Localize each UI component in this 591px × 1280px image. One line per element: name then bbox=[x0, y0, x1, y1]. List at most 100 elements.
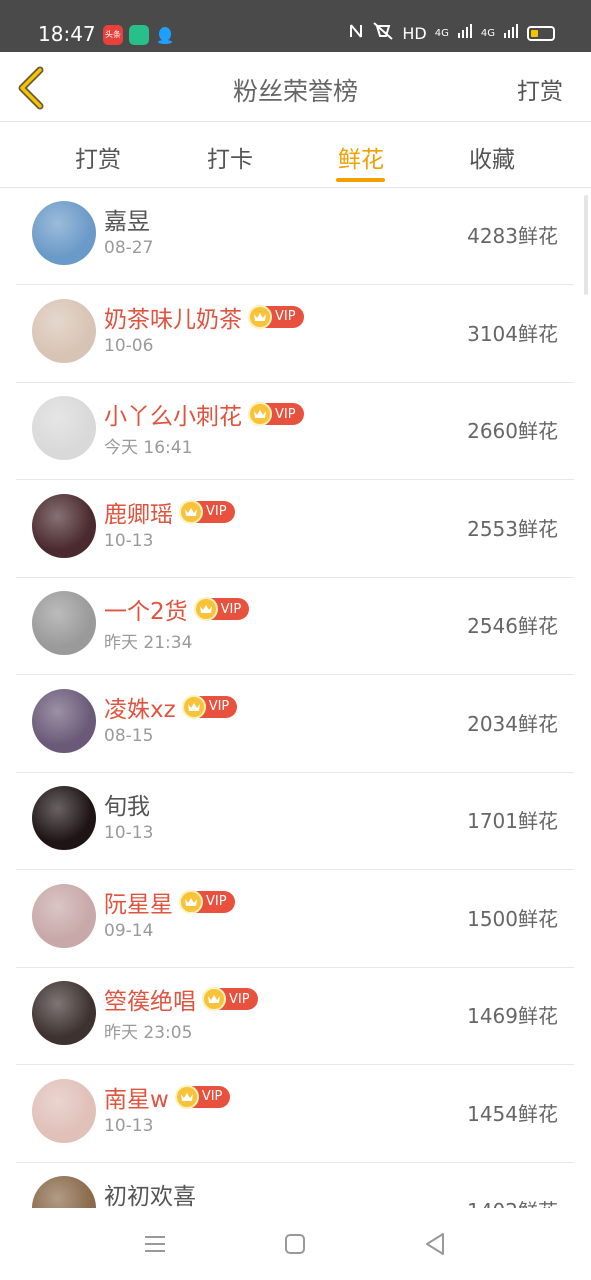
fan-date: 09-14 bbox=[104, 920, 154, 941]
vip-label: VIP bbox=[206, 894, 227, 909]
reward-button[interactable]: 打赏 bbox=[517, 72, 563, 106]
status-indicators: HD 4G 4G bbox=[348, 22, 555, 44]
signal-4g-icon-b: 4G bbox=[480, 27, 495, 39]
fan-date: 10-13 bbox=[104, 1115, 154, 1136]
crown-icon bbox=[248, 402, 272, 426]
hd-indicator: HD bbox=[402, 23, 427, 43]
avatar[interactable] bbox=[32, 591, 96, 655]
fan-row[interactable]: 鹿卿瑶 VIP 10-13 2553鲜花 bbox=[16, 481, 574, 578]
vip-label: VIP bbox=[208, 699, 230, 714]
crown-icon bbox=[174, 1084, 199, 1109]
fan-row[interactable]: 嘉昱 08-27 4283鲜花 bbox=[16, 188, 574, 285]
active-tab-indicator bbox=[336, 178, 385, 182]
system-nav-bar bbox=[0, 1208, 591, 1280]
name-line: 初初欢喜 bbox=[104, 1177, 196, 1208]
signal-4g-icon-a: 4G bbox=[434, 27, 449, 39]
vip-badge: VIP bbox=[193, 597, 250, 621]
vip-badge: VIP bbox=[174, 1084, 231, 1109]
fan-name: 箜篌绝唱 bbox=[104, 989, 196, 1015]
mute-vibrate-icon bbox=[372, 22, 394, 44]
flower-count: 1500鲜花 bbox=[467, 906, 558, 931]
avatar[interactable] bbox=[32, 1176, 96, 1208]
fan-row[interactable]: 旬我 10-13 1701鲜花 bbox=[16, 773, 574, 870]
fan-row[interactable]: 奶茶味儿奶茶 VIP 10-06 3104鲜花 bbox=[16, 286, 574, 383]
fan-date: 昨天 23:05 bbox=[104, 1023, 193, 1043]
name-line: 小丫么小刺花 VIP bbox=[104, 397, 304, 431]
flower-count: 3104鲜花 bbox=[467, 321, 558, 346]
crown-icon bbox=[202, 987, 226, 1011]
vip-label: VIP bbox=[275, 309, 296, 324]
flower-count: 1454鲜花 bbox=[467, 1101, 558, 1126]
fan-row[interactable]: 箜篌绝唱 VIP 昨天 23:05 1469鲜花 bbox=[16, 968, 574, 1065]
vip-label: VIP bbox=[229, 991, 250, 1007]
scrollbar[interactable] bbox=[584, 195, 588, 295]
tab-checkin[interactable]: 打卡 bbox=[190, 140, 270, 174]
fan-ranking-list[interactable]: 嘉昱 08-27 4283鲜花 奶茶味儿奶茶 VIP 10-06 3104鲜花 小丫么小刺花 V… bbox=[0, 188, 591, 1208]
home-square-icon bbox=[285, 1234, 305, 1254]
fan-name: 一个2货 bbox=[104, 599, 188, 625]
vip-label: VIP bbox=[220, 601, 242, 617]
name-line: 凌姝xz VIP bbox=[104, 690, 238, 724]
tab-flowers[interactable]: 鲜花 bbox=[321, 140, 401, 174]
crown-icon bbox=[181, 694, 206, 719]
tab-favorites[interactable]: 收藏 bbox=[452, 140, 532, 174]
chat-app-icon bbox=[129, 25, 149, 45]
fan-row[interactable]: 小丫么小刺花 VIP 今天 16:41 2660鲜花 bbox=[16, 383, 574, 480]
vip-label: VIP bbox=[206, 504, 227, 519]
header: 粉丝荣誉榜 打赏 bbox=[0, 52, 591, 122]
flower-count: 2034鲜花 bbox=[467, 711, 558, 736]
avatar[interactable] bbox=[32, 298, 96, 363]
avatar[interactable] bbox=[32, 786, 96, 850]
fan-row[interactable]: 阮星星 VIP 09-14 1500鲜花 bbox=[16, 871, 574, 968]
home-button[interactable] bbox=[281, 1230, 309, 1258]
fan-name: 旬我 bbox=[104, 794, 150, 820]
toutiao-app-icon: 头条 bbox=[103, 25, 123, 45]
tab-reward[interactable]: 打赏 bbox=[58, 140, 138, 174]
avatar[interactable] bbox=[32, 688, 96, 753]
flower-count: 1402鲜花 bbox=[467, 1195, 558, 1208]
fan-name: 小丫么小刺花 bbox=[104, 404, 242, 430]
name-line: 鹿卿瑶 VIP bbox=[104, 495, 235, 529]
page-title: 粉丝荣誉榜 bbox=[232, 77, 358, 106]
vip-badge: VIP bbox=[202, 987, 258, 1011]
name-line: 阮星星 VIP bbox=[104, 885, 235, 919]
avatar[interactable] bbox=[32, 981, 96, 1045]
name-line: 南星w VIP bbox=[104, 1080, 231, 1114]
status-time: 18:47 bbox=[38, 22, 96, 46]
name-line: 奶茶味儿奶茶 VIP bbox=[104, 300, 304, 334]
menu-icon bbox=[145, 1236, 165, 1252]
fan-date: 08-15 bbox=[104, 725, 154, 746]
status-app-icons: 头条 bbox=[103, 25, 175, 45]
flower-count: 2546鲜花 bbox=[467, 614, 558, 638]
signal-bars-icon-a bbox=[457, 23, 473, 43]
fan-row[interactable]: 一个2货 VIP 昨天 21:34 2546鲜花 bbox=[16, 578, 574, 675]
flower-count: 4283鲜花 bbox=[467, 224, 558, 248]
avatar[interactable] bbox=[32, 493, 96, 558]
back-nav-button[interactable] bbox=[421, 1230, 449, 1258]
avatar[interactable] bbox=[32, 396, 96, 460]
avatar[interactable] bbox=[32, 883, 96, 948]
battery-icon bbox=[527, 25, 555, 41]
fan-date: 10-13 bbox=[104, 530, 154, 551]
avatar[interactable] bbox=[32, 1078, 96, 1143]
fan-date: 10-13 bbox=[104, 823, 154, 843]
fan-name: 奶茶味儿奶茶 bbox=[104, 306, 242, 333]
flower-count: 2660鲜花 bbox=[467, 419, 558, 443]
fan-row[interactable]: 南星w VIP 10-13 1454鲜花 bbox=[16, 1066, 574, 1163]
crown-icon bbox=[248, 304, 272, 329]
fan-row[interactable]: 初初欢喜 1402鲜花 bbox=[16, 1163, 574, 1208]
name-line: 箜篌绝唱 VIP bbox=[104, 982, 258, 1016]
fan-name: 嘉昱 bbox=[104, 209, 150, 235]
avatar[interactable] bbox=[32, 201, 96, 265]
menu-button[interactable] bbox=[141, 1230, 169, 1258]
name-line: 一个2货 VIP bbox=[104, 592, 250, 626]
name-line: 旬我 bbox=[104, 787, 150, 821]
vip-badge: VIP bbox=[181, 694, 238, 719]
crown-icon bbox=[193, 597, 218, 621]
fan-name: 凌姝xz bbox=[104, 696, 176, 723]
fan-name: 鹿卿瑶 bbox=[104, 501, 173, 528]
fan-date: 08-27 bbox=[104, 238, 154, 258]
vip-badge: VIP bbox=[248, 304, 304, 329]
status-bar: 18:47 头条 HD 4G 4G bbox=[0, 0, 591, 52]
fan-row[interactable]: 凌姝xz VIP 08-15 2034鲜花 bbox=[16, 676, 574, 773]
